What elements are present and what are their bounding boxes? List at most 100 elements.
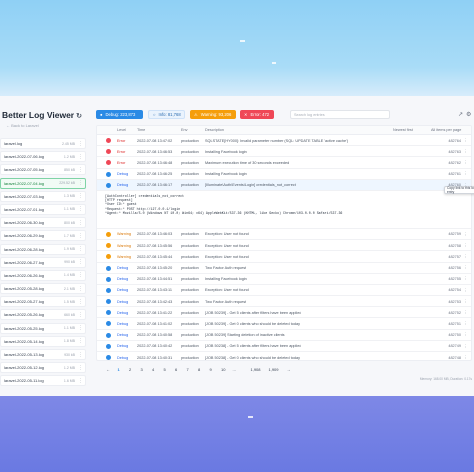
table-row[interactable]: Warning 2022-07-08 13:45:56 production Exce… [97, 240, 471, 252]
more-icon[interactable]: ⋮ [78, 193, 83, 199]
filter-warning-button[interactable]: ⚠ Warning: 93,206 [190, 110, 236, 119]
more-icon[interactable]: ⋮ [78, 220, 83, 226]
table-row[interactable]: Debug 2022-07-08 13:43:11 production Except… [97, 285, 471, 297]
page-link[interactable]: 4 [152, 367, 154, 372]
link-icon[interactable]: ⋮ [464, 149, 469, 155]
more-icon[interactable]: ⋮ [78, 206, 83, 212]
more-icon[interactable]: ⋮ [78, 141, 83, 147]
table-row[interactable]: Debug 2022-07-08 13:46:25 production Instal… [97, 169, 471, 180]
file-item[interactable]: laravel-2022-05-28.log 2.1 MB ⋮ [0, 283, 86, 295]
table-row[interactable]: Error 2022-07-08 13:46:53 production Instal… [97, 146, 471, 158]
more-icon[interactable]: ⋮ [78, 312, 83, 318]
more-icon[interactable]: ⋮ [78, 167, 83, 173]
link-icon[interactable]: ⋮ [464, 276, 469, 282]
link-icon[interactable]: ⋮ [464, 321, 469, 327]
more-icon[interactable]: ⋮ [78, 180, 83, 186]
settings-icon[interactable]: ⚙ [466, 111, 471, 118]
file-item[interactable]: laravel-2022-07-04.log 229.52 kB ⋮ [0, 177, 86, 189]
link-icon[interactable]: ⋮ [464, 265, 469, 271]
header-env[interactable]: Env [181, 128, 188, 132]
table-row[interactable]: Debug 2022-07-08 13:40:42 production [JOB 5… [97, 341, 471, 352]
file-item[interactable]: laravel-2022-07-01.log 1.1 MB ⋮ [0, 203, 86, 215]
table-row[interactable]: Warning 2022-07-08 13:45:44 production Exce… [97, 251, 471, 263]
file-item[interactable]: laravel-2022-05-25.log 1.1 MB ⋮ [0, 322, 86, 334]
page-link[interactable]: 10 [221, 367, 225, 372]
back-link[interactable]: ← Back to Laravel [6, 123, 39, 128]
more-icon[interactable]: ⋮ [78, 259, 83, 265]
page-link[interactable]: 5 [164, 367, 166, 372]
filter-error-button[interactable]: ✕ Error: 472 [240, 110, 274, 119]
link-icon[interactable]: ⋮ [464, 288, 469, 294]
page-link[interactable]: 1,909 [269, 367, 279, 372]
page-link[interactable]: 6 [175, 367, 177, 372]
file-item[interactable]: laravel-2022-05-11.log 1.6 MB ⋮ [0, 375, 86, 387]
file-item[interactable]: laravel-2022-07-06.log 1.2 MB ⋮ [0, 151, 86, 163]
link-icon[interactable]: ⋮ [464, 232, 469, 238]
table-row[interactable]: Debug 2022-07-08 13:40:31 production [JOB 5… [97, 352, 471, 360]
table-row[interactable]: Debug 2022-07-08 13:40:58 production [JOB 5… [97, 330, 471, 341]
link-icon[interactable]: ⋮ [464, 355, 469, 360]
link-icon[interactable]: ⋮ [464, 171, 469, 177]
page-link[interactable]: 8 [198, 367, 200, 372]
next-page-button[interactable]: → [287, 367, 291, 372]
table-row[interactable]: Debug 2022-07-08 13:41:02 production [JOB 5… [97, 318, 471, 330]
header-time[interactable]: Time [137, 128, 145, 132]
more-icon[interactable]: ⋮ [78, 154, 83, 160]
header-level[interactable]: Level [117, 128, 126, 132]
search-box[interactable] [290, 110, 390, 119]
more-icon[interactable]: ⋮ [78, 325, 83, 331]
link-icon[interactable]: ⋮ [464, 310, 469, 316]
page-link[interactable]: 9 [210, 367, 212, 372]
more-icon[interactable]: ⋮ [78, 378, 83, 384]
more-icon[interactable]: ⋮ [78, 233, 83, 239]
filter-debug-button[interactable]: ● Debug: 223,873 [96, 110, 143, 119]
file-item[interactable]: laravel-2022-06-29.log 1.7 MB ⋮ [0, 230, 86, 242]
page-link[interactable]: 1,908 [251, 367, 261, 372]
search-input[interactable] [294, 112, 386, 117]
link-icon[interactable]: ⋮ [464, 160, 469, 166]
table-row[interactable]: Debug 2022-07-08 13:46:17 production [Illum… [97, 179, 471, 191]
file-item[interactable]: laravel-2022-06-30.log 800 kB ⋮ [0, 217, 86, 229]
share-icon[interactable]: ↗ [458, 111, 463, 118]
items-per-page-select[interactable]: All items per page [431, 128, 461, 132]
file-item[interactable]: laravel-2022-05-13.log 930 kB ⋮ [0, 349, 86, 360]
header-description[interactable]: Description [205, 128, 224, 132]
more-icon[interactable]: ⋮ [78, 338, 83, 344]
filter-info-button[interactable]: ○ Info: 81,768 [148, 110, 185, 119]
table-row[interactable]: Debug 2022-07-08 13:45:20 production Two Fa… [97, 263, 471, 274]
table-row[interactable]: Debug 2022-07-08 13:41:22 production [JOB 5… [97, 307, 471, 319]
file-item[interactable]: laravel-2022-05-27.log 1.5 MB ⋮ [0, 296, 86, 308]
table-row[interactable]: Error 2022-07-08 13:47:02 production SQLSTA… [97, 135, 471, 147]
file-item[interactable]: laravel-2022-07-05.log 850 kB ⋮ [0, 164, 86, 176]
file-item[interactable]: laravel-2022-07-03.log 1.3 MB ⋮ [0, 190, 86, 202]
page-link[interactable]: 7 [187, 367, 189, 372]
page-link[interactable]: 3 [141, 367, 143, 372]
more-icon[interactable]: ⋮ [78, 246, 83, 252]
link-icon[interactable]: ⋮ [464, 254, 469, 260]
more-icon[interactable]: ⋮ [78, 352, 83, 358]
refresh-icon[interactable]: ↻ [76, 113, 82, 120]
file-item[interactable]: laravel-2022-05-14.log 1.8 MB ⋮ [0, 335, 86, 347]
file-item[interactable]: laravel-2022-06-27.log 990 kB ⋮ [0, 256, 86, 268]
file-item[interactable]: laravel-2022-06-28.log 1.9 MB ⋮ [0, 243, 86, 255]
page-link[interactable]: ... [233, 367, 236, 372]
file-item[interactable]: laravel.log 2.45 MB ⋮ [0, 138, 86, 149]
more-icon[interactable]: ⋮ [78, 286, 83, 292]
table-row[interactable]: Warning 2022-07-08 13:46:03 production Exce… [97, 229, 471, 241]
link-icon[interactable]: ⋮ [464, 344, 469, 350]
file-item[interactable]: laravel-2022-06-26.log 1.4 MB ⋮ [0, 269, 86, 281]
more-icon[interactable]: ⋮ [78, 365, 83, 371]
more-icon[interactable]: ⋮ [78, 272, 83, 278]
page-link[interactable]: 2 [129, 367, 131, 372]
link-icon[interactable]: ⋮ [464, 138, 469, 144]
prev-page-button[interactable]: ← [106, 367, 110, 372]
link-icon[interactable]: ⋮ [464, 332, 469, 338]
link-icon[interactable]: ⋮ [464, 299, 469, 305]
page-link[interactable]: 1 [118, 367, 120, 372]
table-row[interactable]: Error 2022-07-08 13:46:48 production Maximu… [97, 157, 471, 169]
sort-order-select[interactable]: Newest first [393, 128, 413, 132]
link-icon[interactable]: ⋮ [464, 243, 469, 249]
more-icon[interactable]: ⋮ [78, 299, 83, 305]
table-row[interactable]: Debug 2022-07-08 13:44:51 production Instal… [97, 274, 471, 285]
file-item[interactable]: laravel-2022-05-12.log 1.2 MB ⋮ [0, 362, 86, 374]
